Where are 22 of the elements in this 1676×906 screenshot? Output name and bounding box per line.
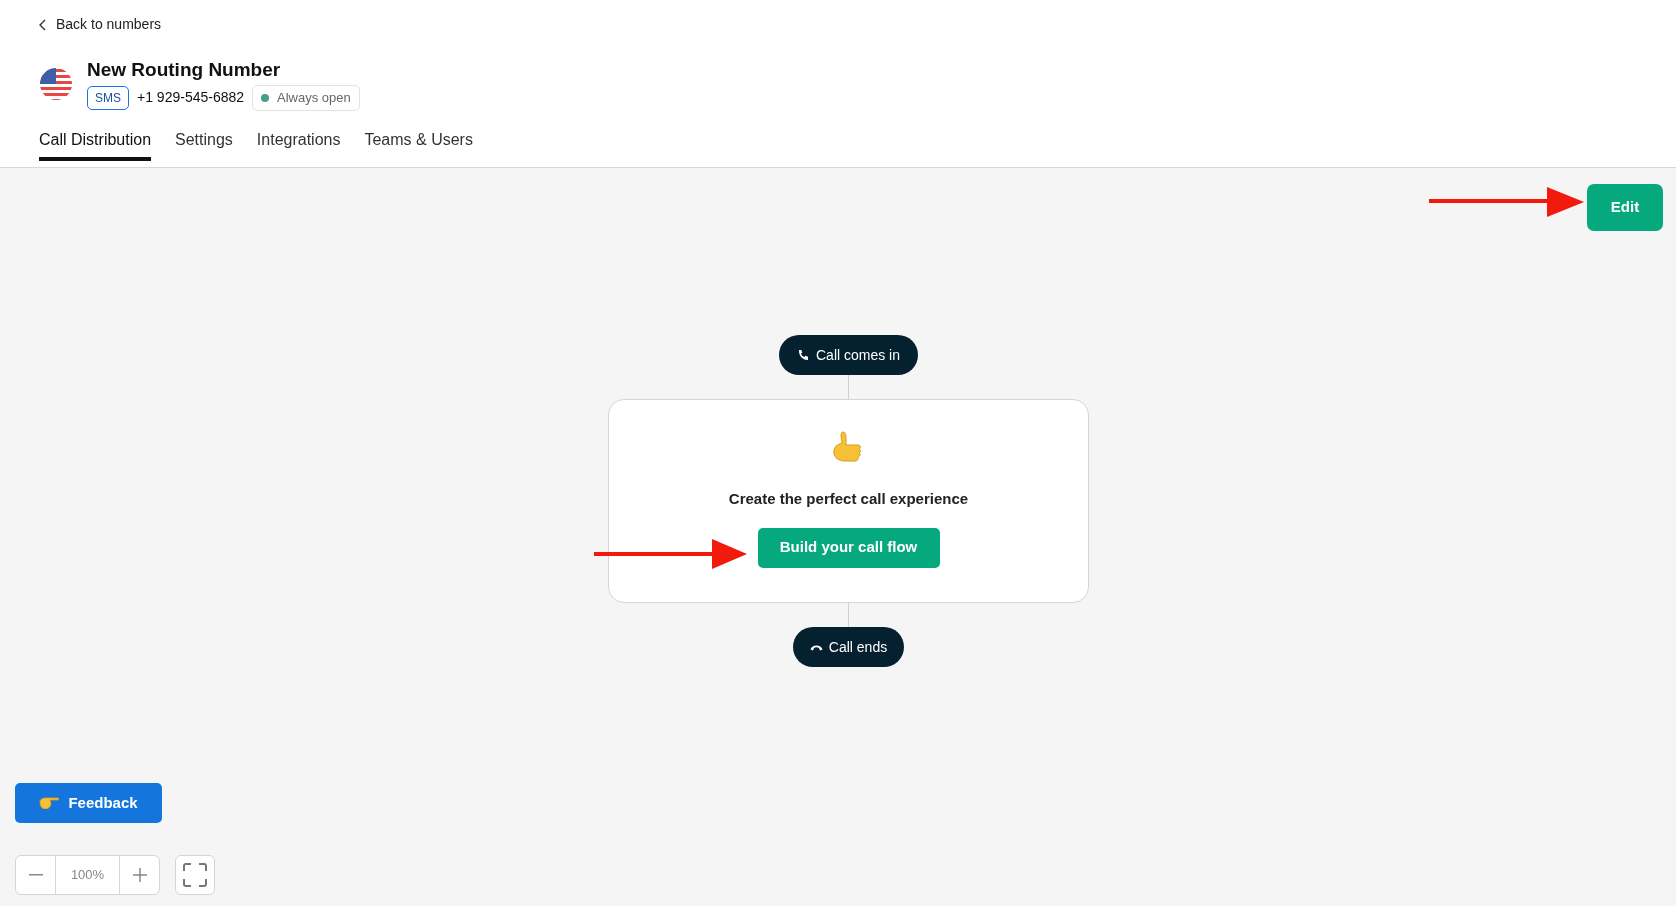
call-start-node: Call comes in xyxy=(779,335,918,375)
plus-icon xyxy=(132,868,147,882)
feedback-button[interactable]: Feedback xyxy=(15,783,162,823)
channel-badge: SMS xyxy=(87,85,129,110)
phone-number: +1 929-545-6882 xyxy=(137,88,245,108)
call-end-node: Call ends xyxy=(792,627,905,667)
tab[interactable]: Teams & Users xyxy=(364,125,473,161)
tab[interactable]: Settings xyxy=(175,125,233,161)
tab[interactable]: Integrations xyxy=(256,125,341,161)
chevron-left-icon[interactable] xyxy=(39,18,47,31)
zoom-level: 100% xyxy=(69,866,106,885)
page-title: New Routing Number xyxy=(87,58,282,82)
phone-icon xyxy=(797,349,809,361)
pointing-hand-icon xyxy=(39,797,60,809)
back-link[interactable]: Back to numbers xyxy=(56,14,162,35)
card-message: Create the perfect call experience xyxy=(728,489,969,509)
fit-view-button[interactable] xyxy=(175,855,215,895)
minus-icon xyxy=(28,874,43,876)
hang-up-icon xyxy=(809,643,823,651)
status-badge: Always open xyxy=(252,85,360,111)
tab[interactable]: Call Distribution xyxy=(39,125,152,161)
fullscreen-icon xyxy=(183,863,207,887)
